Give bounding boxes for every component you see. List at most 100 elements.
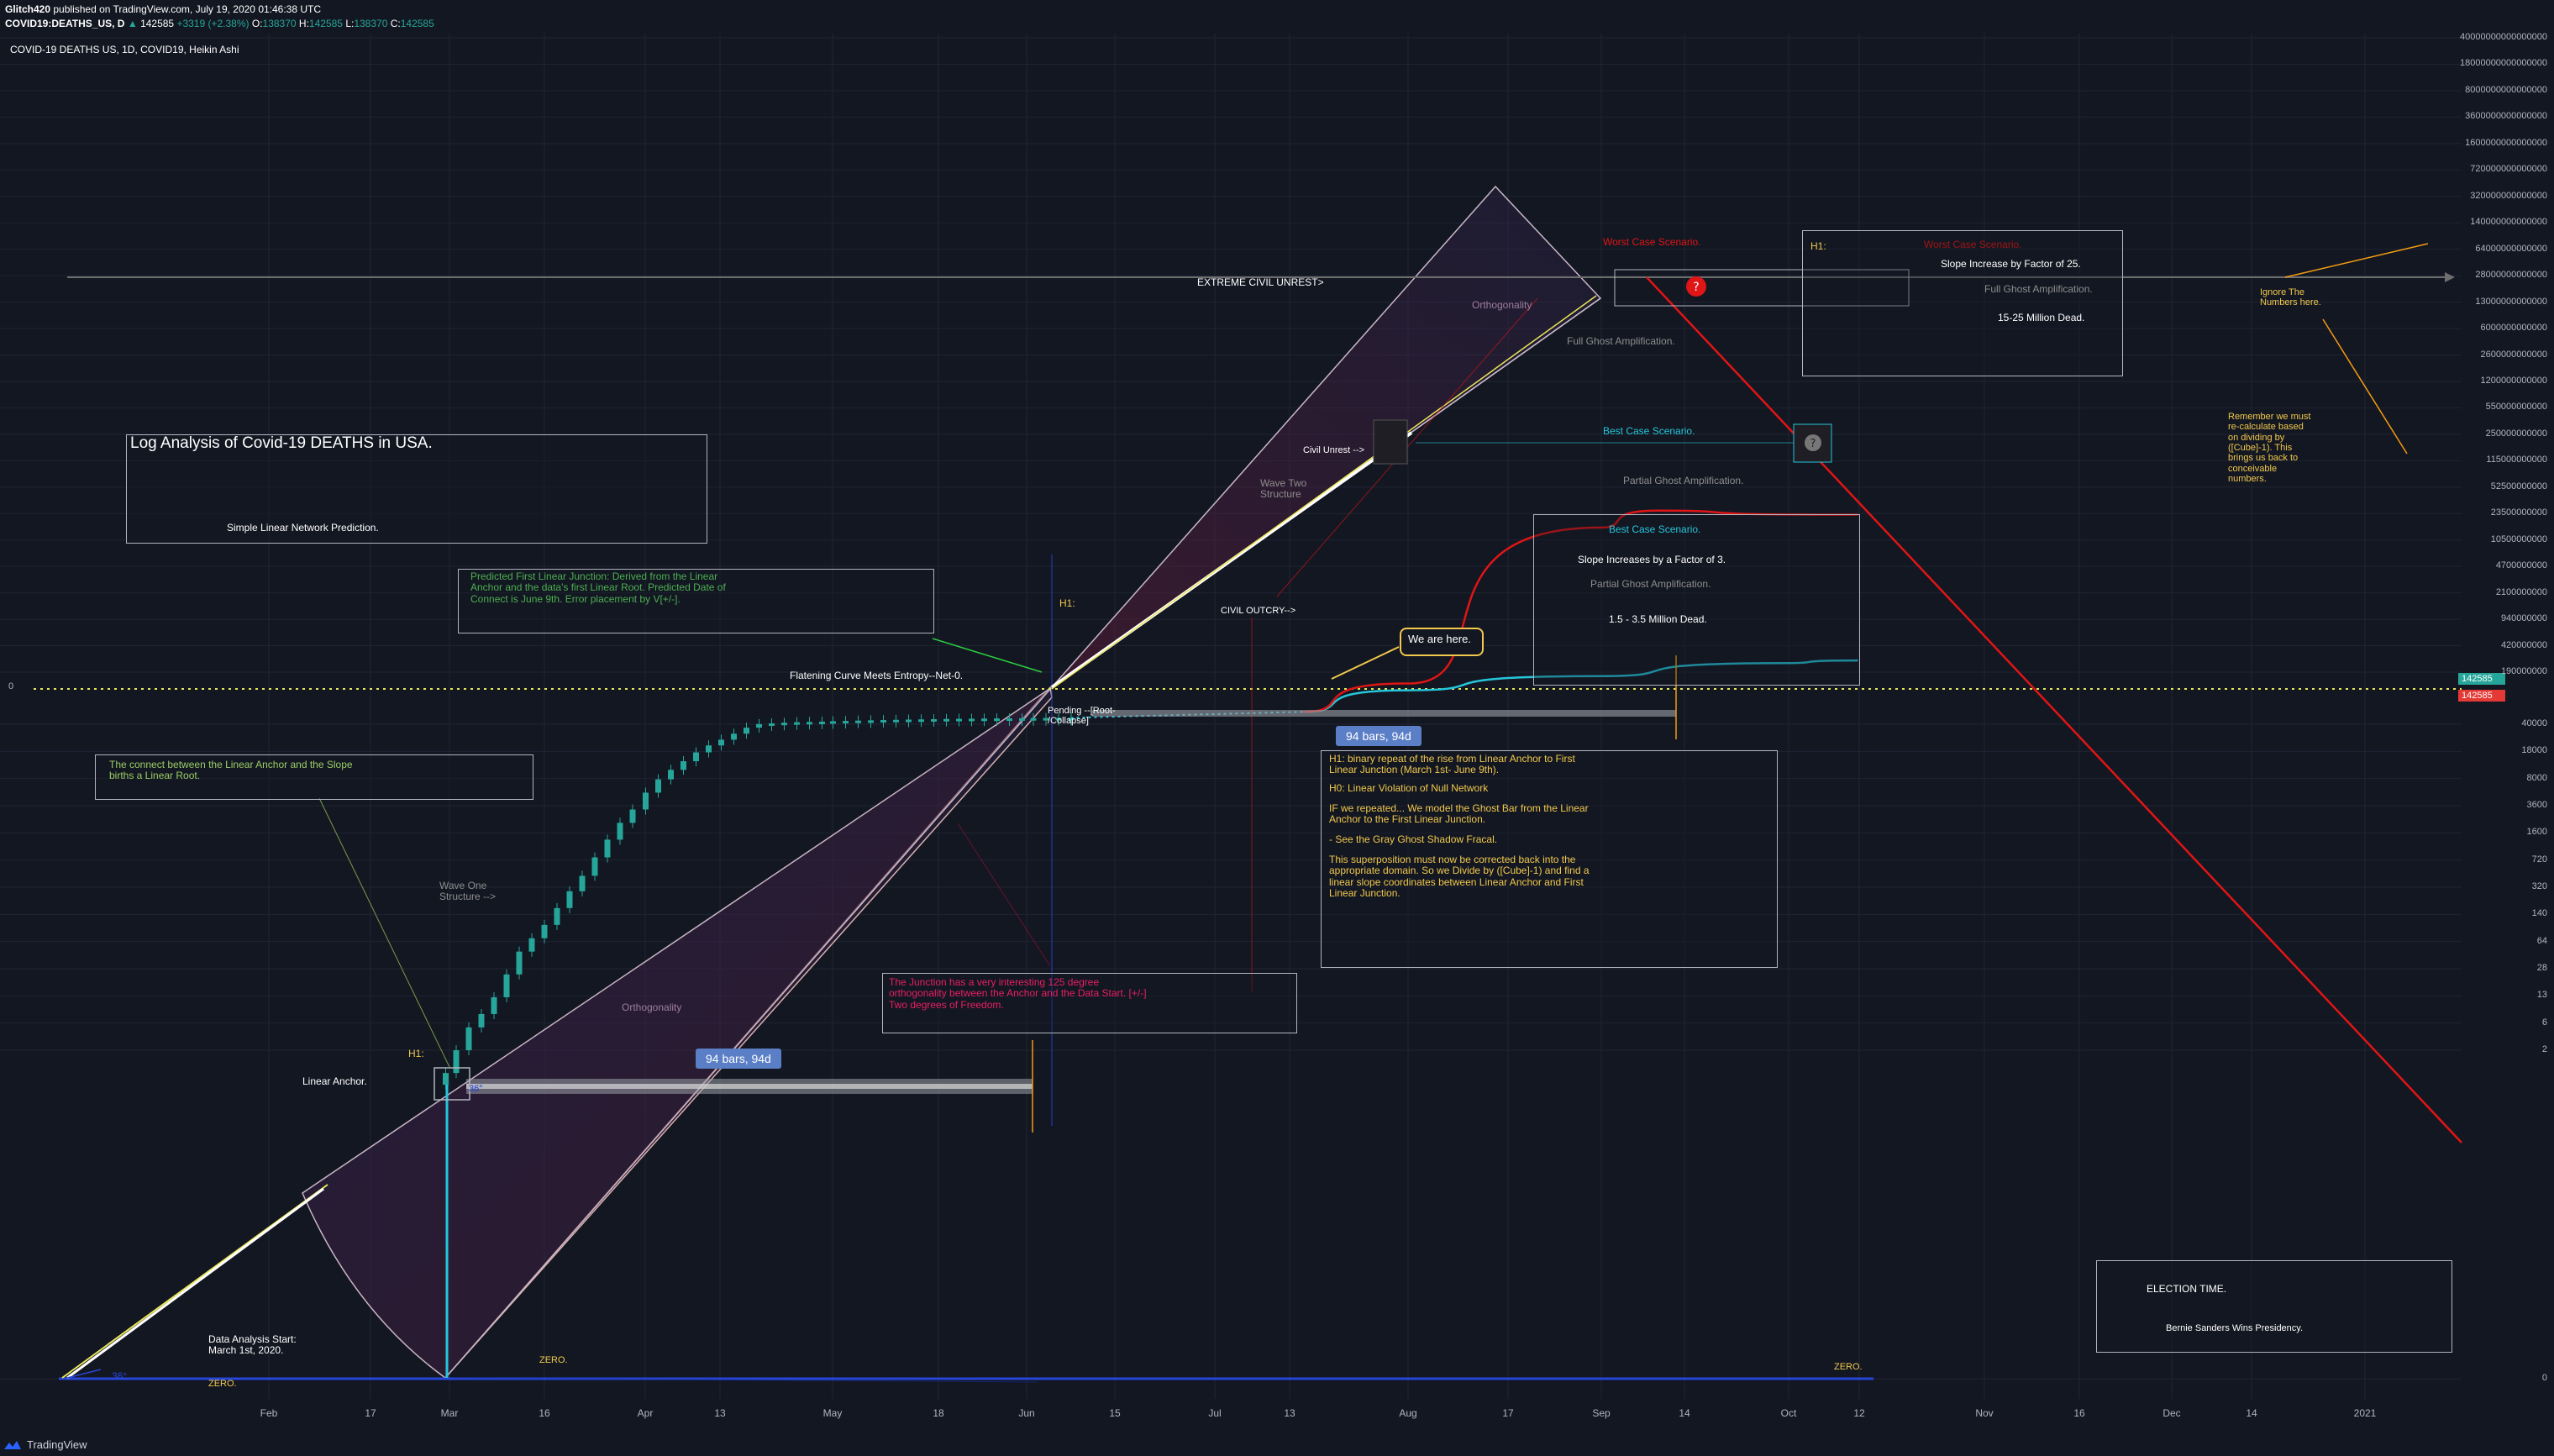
olive-pointer	[318, 797, 450, 1068]
we-are-here-text: We are here.	[1408, 633, 1471, 645]
y-tick-label: 2100000000	[2495, 586, 2547, 597]
symbol-line: COVID19:DEATHS_US, D ▲ 142585 +3319 (+2.…	[5, 18, 434, 29]
x-tick-label: Jul	[1208, 1407, 1222, 1419]
high-value: 142585	[308, 18, 343, 29]
analysis-title: Log Analysis of Covid-19 DEATHS in USA.	[130, 434, 433, 452]
worst-case-box[interactable]	[1802, 230, 2123, 376]
y-tick-label: 40000000000000000	[2459, 32, 2547, 42]
y-tick-label: 250000000000	[2485, 428, 2547, 439]
y-tick-label: 140000000000000	[2470, 217, 2547, 228]
pending-label: Pending --[Root- /Collapse]	[1048, 706, 1116, 727]
green-arrow	[932, 638, 1043, 673]
ghost-fan-upper	[1051, 185, 1602, 688]
wave-one-label: Wave One Structure -->	[439, 880, 497, 903]
up-arrow-icon: ▲	[127, 18, 138, 29]
open-value: 138370	[262, 18, 297, 29]
bars-label-bottom: 94 bars, 94d	[696, 1049, 781, 1069]
flattening-label: Flatening Curve Meets Entropy--Net-0.	[790, 670, 964, 681]
y-tick-label: 4700000000	[2495, 560, 2547, 571]
h1-box-line1: H1: binary repeat of the rise from Linea…	[1329, 753, 1575, 776]
h1-box-line2: H0: Linear Violation of Null Network	[1329, 782, 1489, 794]
high-label: H:	[298, 18, 309, 29]
y-tick-label: 320000000000000	[2470, 190, 2547, 201]
best-case-label: Best Case Scenario.	[1603, 425, 1695, 437]
h1-box-line4: - See the Gray Ghost Shadow Fracal.	[1329, 833, 1498, 845]
h1-mid-label: H1:	[1059, 597, 1075, 609]
ghost-bar-anchor-inner	[466, 1084, 1033, 1089]
y-tick-label: 18000	[2521, 745, 2547, 756]
best-case-box[interactable]	[1533, 514, 1860, 686]
last-value-badge-red: 142585	[2458, 690, 2505, 702]
symbol[interactable]: COVID19:DEATHS_US, D	[5, 18, 124, 29]
x-tick-label: Apr	[637, 1407, 654, 1419]
worst-box-dead: 15-25 Million Dead.	[1998, 312, 2085, 323]
election-box[interactable]	[2096, 1260, 2452, 1353]
y-tick-label: 190000000	[2500, 666, 2547, 676]
y-tick-label: 1600000000000000	[2465, 137, 2547, 148]
y-tick-label: 2	[2541, 1044, 2547, 1054]
wave-two-label: Wave Two Structure	[1260, 477, 1307, 501]
red-thin-diagonal-2	[957, 823, 1051, 967]
x-tick-label: Dec	[2162, 1407, 2181, 1419]
x-tick-label: Sep	[1592, 1407, 1611, 1419]
last-price: 142585	[140, 18, 175, 29]
best-box-amp: Partial Ghost Amplification.	[1590, 578, 1711, 590]
chart-canvas[interactable]: ? ?	[0, 0, 2554, 1456]
y-tick-label: 3600000000000000	[2465, 111, 2547, 122]
worst-case-label: Worst Case Scenario.	[1603, 236, 1701, 248]
remember-note: Remember we must re-calculate based on d…	[2228, 412, 2311, 484]
best-box-title: Best Case Scenario.	[1609, 523, 1701, 535]
y-tick-label: 64000000000000	[2475, 243, 2547, 254]
y-tick-label: 23500000000	[2490, 507, 2547, 518]
y-tick-label: 13	[2536, 990, 2547, 1001]
footer-brand-label: TradingView	[27, 1438, 87, 1451]
worst-box-h1: H1:	[1810, 240, 1826, 252]
y-tick-label: 8000000000000000	[2465, 84, 2547, 95]
orange-ignore-line	[2284, 243, 2429, 278]
worst-box-title: Worst Case Scenario.	[1924, 239, 2022, 250]
ghost-bar-junction	[1092, 710, 1676, 717]
x-tick-label: 13	[1284, 1407, 1295, 1419]
y-tick-label: 115000000000	[2486, 455, 2547, 465]
x-tick-label: 18	[933, 1407, 944, 1419]
civil-unrest-marker-box	[1373, 419, 1408, 465]
partial-ghost-amp: Partial Ghost Amplification.	[1623, 475, 1744, 486]
y-tick-label: 140	[2531, 908, 2547, 919]
x-tick-label: Mar	[440, 1407, 459, 1419]
orthogonality-mid: Orthogonality	[622, 1001, 682, 1013]
x-tick-label: 17	[1502, 1407, 1514, 1419]
y-tick-label: 18000000000000000	[2459, 58, 2547, 69]
x-tick-label: 14	[2246, 1407, 2257, 1419]
h1-box-line5: This superposition must now be corrected…	[1329, 854, 1590, 900]
change: +3319 (+2.38%)	[176, 18, 250, 29]
username[interactable]: Glitch420	[5, 3, 50, 15]
zero-mid: ZERO.	[539, 1355, 568, 1365]
y-tick-label: 1600	[2526, 827, 2547, 838]
ignore-note: Ignore The Numbers here.	[2260, 287, 2321, 308]
analysis-subtitle: Simple Linear Network Prediction.	[227, 522, 379, 534]
junction-text: The Junction has a very interesting 125 …	[889, 976, 1147, 1011]
election-title: ELECTION TIME.	[2147, 1283, 2227, 1295]
full-ghost-amp: Full Ghost Amplification.	[1567, 335, 1675, 347]
election-text: Bernie Sanders Wins Presidency.	[2166, 1323, 2304, 1333]
publish-line: Glitch420 published on TradingView.com, …	[5, 3, 321, 15]
best-box-dead: 1.5 - 3.5 Million Dead.	[1609, 613, 1707, 625]
best-box-slope: Slope Increases by a Factor of 3.	[1578, 554, 1726, 565]
x-tick-label: 16	[539, 1407, 550, 1419]
publish-info: published on TradingView.com, July 19, 2…	[53, 3, 322, 15]
angle-label: 36°	[112, 1370, 128, 1382]
y-tick-label: 940000000	[2500, 613, 2547, 624]
footer-brand[interactable]: TradingView	[3, 1438, 87, 1451]
low-value: 138370	[354, 18, 388, 29]
y-tick-label: 3600	[2526, 800, 2547, 810]
x-tick-label: 15	[1109, 1407, 1121, 1419]
y-tick-label: 28000000000000	[2475, 270, 2547, 281]
y-tick-label: 28	[2536, 963, 2547, 973]
linear-anchor-label: Linear Anchor.	[302, 1075, 367, 1087]
y-tick-label: 720	[2531, 854, 2547, 865]
x-tick-label: Oct	[1780, 1407, 1797, 1419]
x-tick-label: 13	[714, 1407, 726, 1419]
x-tick-label: Jun	[1018, 1407, 1035, 1419]
zero-left: ZERO.	[208, 1379, 237, 1389]
data-start-label: Data Analysis Start: March 1st, 2020.	[208, 1333, 297, 1357]
